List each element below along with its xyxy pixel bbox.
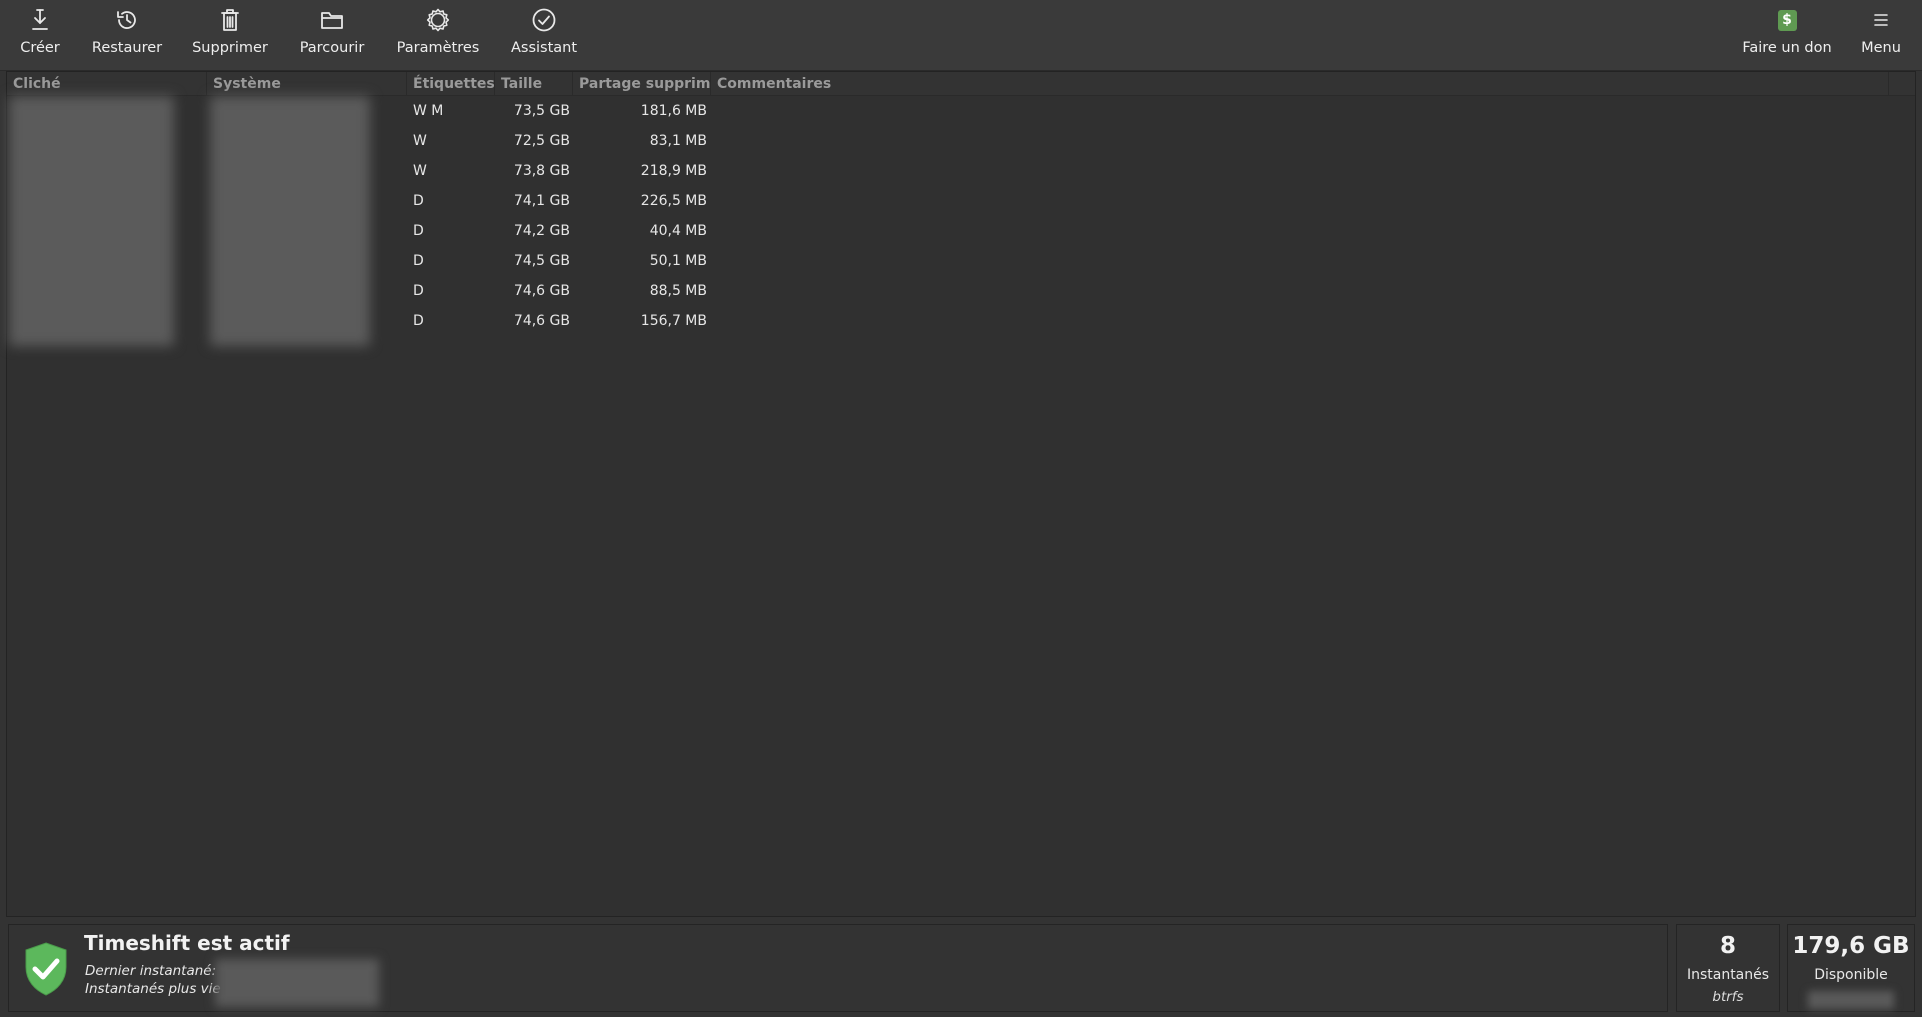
browse-label: Parcourir [299, 40, 365, 56]
row-tags: W M [413, 103, 444, 119]
row-size: 73,5 GB [513, 103, 570, 119]
snapshot-count-box: 8 Instantanés btrfs [1676, 924, 1780, 1012]
dollar-badge: $ [1777, 9, 1797, 31]
row-shared-deleted: 181,6 MB [640, 103, 707, 119]
device-name-redacted [1808, 991, 1894, 1009]
column-header-size[interactable]: Taille [495, 72, 573, 96]
row-tags: D [413, 253, 424, 269]
dollar-icon: $ [1773, 6, 1801, 34]
row-size: 72,5 GB [513, 133, 570, 149]
column-header-comments[interactable]: Commentaires [711, 72, 1889, 96]
last-snapshot-label: Dernier instantané: [85, 963, 217, 979]
column-header-shared-deleted[interactable]: Partage supprimé [573, 72, 711, 96]
row-tags: W [413, 133, 427, 149]
column-header-tags[interactable]: Étiquettes [407, 72, 495, 96]
table-row[interactable]: W M 73,5 GB 181,6 MB [7, 96, 1915, 126]
table-row[interactable]: D 74,2 GB 40,4 MB [7, 216, 1915, 246]
table-row[interactable]: D 74,5 GB 50,1 MB [7, 246, 1915, 276]
snapshot-type-label: btrfs [1712, 989, 1744, 1005]
shield-check-icon [25, 942, 67, 996]
column-header-system[interactable]: Système [207, 72, 407, 96]
row-tags: D [413, 223, 424, 239]
delete-button[interactable]: Supprimer [192, 6, 268, 64]
restore-label: Restaurer [91, 40, 163, 56]
oldest-snapshot-label: Instantanés plus vie [85, 981, 221, 997]
column-header-snapshot[interactable]: Cliché [7, 72, 207, 96]
settings-button[interactable]: Paramètres [397, 6, 479, 64]
folder-icon [318, 6, 346, 34]
list-header: Cliché Système Étiquettes Taille Partage… [7, 72, 1915, 96]
wizard-button[interactable]: Assistant [510, 6, 578, 64]
browse-button[interactable]: Parcourir [299, 6, 365, 64]
row-size: 74,6 GB [513, 283, 570, 299]
check-circle-icon [530, 6, 558, 34]
snapshot-dates-redacted [215, 959, 379, 1007]
row-shared-deleted: 83,1 MB [649, 133, 707, 149]
row-size: 74,5 GB [513, 253, 570, 269]
free-space-value: 179,6 GB [1792, 933, 1910, 959]
row-shared-deleted: 40,4 MB [649, 223, 707, 239]
trash-icon [216, 6, 244, 34]
menu-label: Menu [1861, 40, 1901, 56]
donate-label: Faire un don [1742, 40, 1832, 56]
snapshot-count-label: Instantanés [1686, 967, 1770, 983]
row-size: 74,2 GB [513, 223, 570, 239]
status-panel: Timeshift est actif Dernier instantané: … [8, 924, 1668, 1012]
row-tags: D [413, 313, 424, 329]
history-icon [113, 6, 141, 34]
status-title: Timeshift est actif [84, 931, 290, 955]
hamburger-icon [1867, 6, 1895, 34]
row-tags: D [413, 283, 424, 299]
table-row[interactable]: D 74,6 GB 88,5 MB [7, 276, 1915, 306]
free-space-box: 179,6 GB Disponible [1787, 924, 1915, 1012]
snapshot-list[interactable]: Cliché Système Étiquettes Taille Partage… [6, 71, 1916, 917]
row-size: 74,1 GB [513, 193, 570, 209]
row-shared-deleted: 50,1 MB [649, 253, 707, 269]
restore-button[interactable]: Restaurer [92, 6, 162, 64]
create-label: Créer [20, 40, 60, 56]
table-row[interactable]: D 74,6 GB 156,7 MB [7, 306, 1915, 336]
row-tags: D [413, 193, 424, 209]
row-size: 73,8 GB [513, 163, 570, 179]
menu-button[interactable]: Menu [1859, 6, 1903, 64]
row-size: 74,6 GB [513, 313, 570, 329]
settings-label: Paramètres [396, 40, 480, 56]
create-button[interactable]: Créer [18, 6, 62, 64]
row-shared-deleted: 226,5 MB [640, 193, 707, 209]
table-row[interactable]: D 74,1 GB 226,5 MB [7, 186, 1915, 216]
snapshot-count-value: 8 [1719, 933, 1736, 959]
free-space-label: Disponible [1814, 967, 1888, 983]
toolbar: Créer Restaurer Supprimer Parcourir Para… [0, 0, 1922, 71]
table-row[interactable]: W 72,5 GB 83,1 MB [7, 126, 1915, 156]
row-shared-deleted: 218,9 MB [640, 163, 707, 179]
table-row[interactable]: W 73,8 GB 218,9 MB [7, 156, 1915, 186]
row-shared-deleted: 88,5 MB [649, 283, 707, 299]
donate-button[interactable]: $ Faire un don [1742, 6, 1832, 64]
wizard-label: Assistant [510, 40, 578, 56]
row-shared-deleted: 156,7 MB [640, 313, 707, 329]
delete-label: Supprimer [192, 40, 268, 56]
gear-icon [424, 6, 452, 34]
row-tags: W [413, 163, 427, 179]
download-icon [26, 6, 54, 34]
